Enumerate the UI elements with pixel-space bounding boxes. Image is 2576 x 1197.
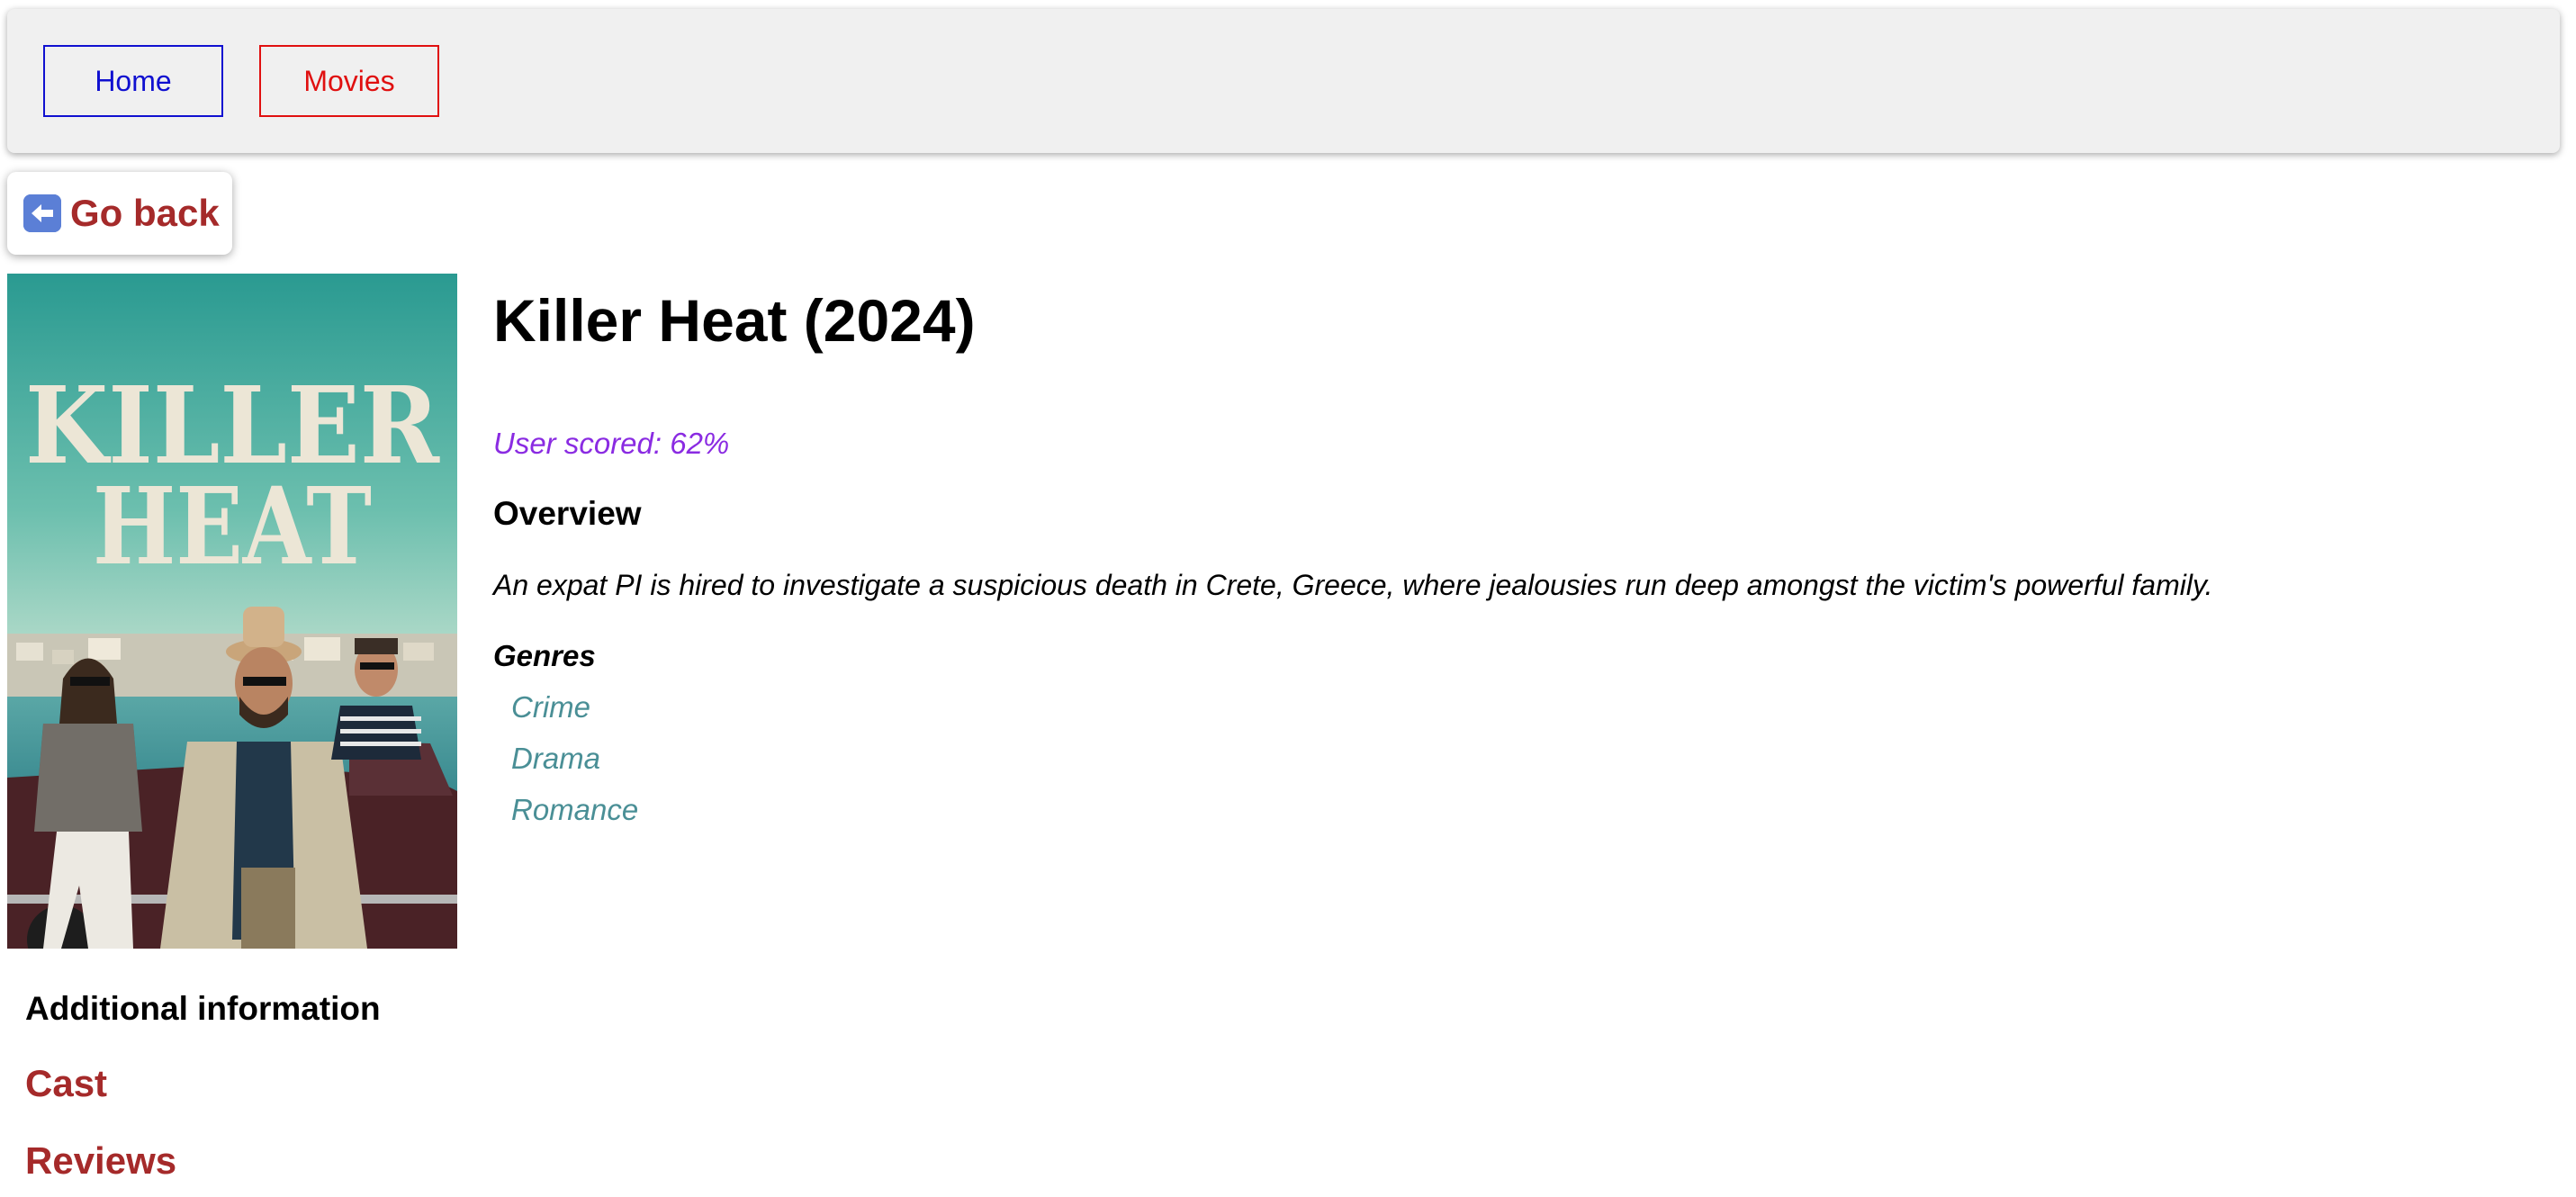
svg-text:HEAT: HEAT xyxy=(93,464,372,589)
overview-heading: Overview xyxy=(493,495,642,532)
movie-details-page: Home Movies Go back KILLER HEAT Killer H… xyxy=(0,0,2576,1197)
movie-poster: KILLER HEAT xyxy=(7,274,457,949)
genre-item: Crime xyxy=(511,690,590,724)
genres-heading: Genres xyxy=(493,639,596,672)
header-nav: Home Movies xyxy=(7,9,2560,153)
movie-title: Killer Heat (2024) xyxy=(493,287,976,354)
user-score: User scored: 62% xyxy=(493,427,730,460)
go-back-button[interactable]: Go back xyxy=(7,172,232,255)
genre-item: Drama xyxy=(511,742,601,775)
nav-home-link[interactable]: Home xyxy=(43,45,223,117)
genre-item: Romance xyxy=(511,793,639,826)
reviews-link[interactable]: Reviews xyxy=(25,1139,176,1183)
additional-info-heading: Additional information xyxy=(25,990,381,1027)
genres-list: Crime Drama Romance xyxy=(511,689,638,843)
left-arrow-icon xyxy=(23,194,61,232)
nav-movies-link[interactable]: Movies xyxy=(259,45,439,117)
cast-link[interactable]: Cast xyxy=(25,1062,107,1105)
overview-text: An expat PI is hired to investigate a su… xyxy=(493,569,2213,601)
go-back-label: Go back xyxy=(70,192,220,234)
